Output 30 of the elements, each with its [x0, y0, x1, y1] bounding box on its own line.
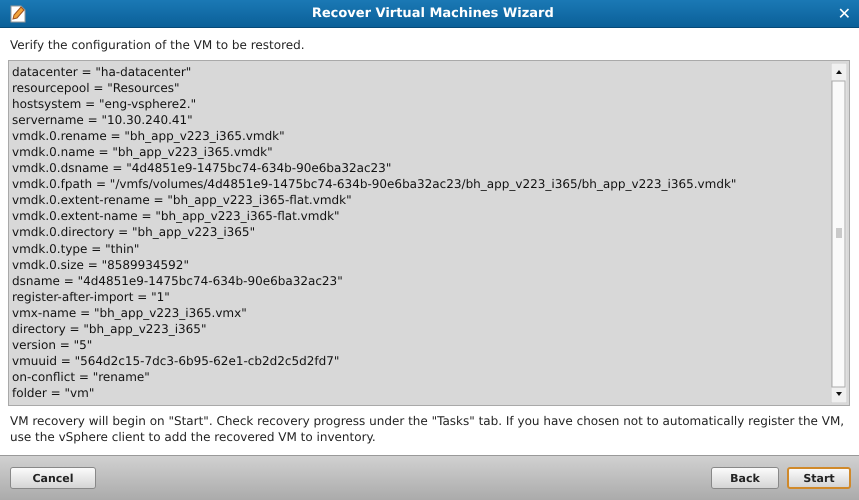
config-line: vmx-name = "bh_app_v223_i365.vmx" [12, 304, 247, 321]
config-text-area[interactable] [8, 60, 850, 406]
config-line: datacenter = "ha-datacenter" [12, 64, 192, 80]
instruction-text: Verify the configuration of the VM to be restored. [9, 37, 306, 54]
close-button[interactable]: ✕ [838, 4, 851, 23]
config-line: servername = "10.30.240.41" [12, 112, 193, 128]
config-line: vmdk.0.fpath = "/vmfs/volumes/4d4851e9-1475bc74-634b-90e6ba32ac23/bh_app_v223_i365/bh_app_v223_i365.vmdk" [12, 176, 736, 192]
config-line: folder = "vm" [12, 384, 94, 401]
config-line: version = "5" [12, 336, 92, 353]
config-line: vmdk.0.extent-rename = "bh_app_v223_i365-flat.vmdk" [12, 192, 352, 208]
config-line: register-after-import = "1" [12, 288, 170, 305]
config-line: vmdk.0.size = "8589934592" [12, 256, 189, 273]
wizard-button[interactable]: Cancel [10, 467, 96, 489]
window-title: Recover Virtual Machines Wizard [310, 6, 555, 21]
config-line: hostsystem = "eng-vsphere2." [12, 96, 196, 112]
config-line: vmdk.0.dsname = "4d4851e9-1475bc74-634b-90e6ba32ac23" [12, 160, 392, 176]
notepad-icon [8, 4, 28, 24]
config-line: on-conflict = "rename" [12, 368, 150, 385]
recovery-note: VM recovery will begin on "Start". Check recovery progress under the "Tasks" tab. If you have chosen not to automatically register the VM, use the vSphere client to add the recovered VM to inventory. [9, 413, 846, 446]
config-line: directory = "bh_app_v223_i365" [12, 320, 206, 337]
config-line: vmdk.0.type = "thin" [12, 240, 140, 257]
wizard-button[interactable]: Start [787, 467, 851, 489]
config-line: vmdk.0.extent-name = "bh_app_v223_i365-flat.vmdk" [12, 208, 340, 224]
config-line: resourcepool = "Resources" [12, 80, 180, 96]
config-line: vmdk.0.rename = "bh_app_v223_i365.vmdk" [12, 128, 285, 144]
config-line: vmdk.0.name = "bh_app_v223_i365.vmdk" [12, 144, 273, 160]
config-line: vmdk.0.directory = "bh_app_v223_i365" [12, 224, 256, 241]
config-line: dsname = "4d4851e9-1475bc74-634b-90e6ba32ac23" [12, 272, 343, 289]
wizard-button[interactable]: Back [711, 467, 779, 489]
config-line: vmuuid = "564d2c15-7dc3-6b95-62e1-cb2d2c5d2fd7" [12, 352, 340, 369]
